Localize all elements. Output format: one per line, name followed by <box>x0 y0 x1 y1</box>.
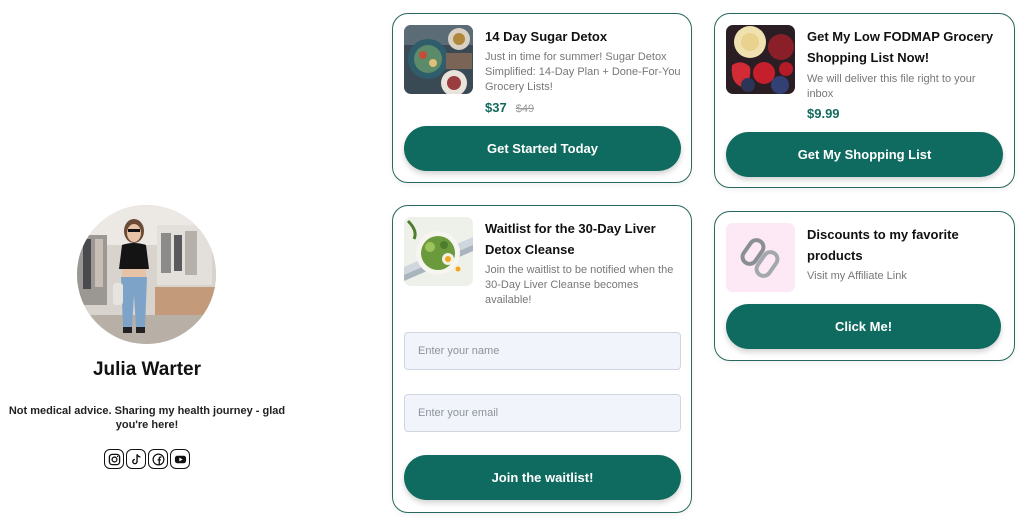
facebook-icon[interactable] <box>148 449 168 469</box>
tiktok-icon[interactable] <box>126 449 146 469</box>
email-field[interactable] <box>404 394 681 432</box>
sugar-detox-price-row: $37 $49 <box>485 100 534 115</box>
name-field[interactable] <box>404 332 681 370</box>
join-waitlist-button[interactable]: Join the waitlist! <box>404 455 681 500</box>
social-links <box>104 449 190 469</box>
liver-detox-title: Waitlist for the 30-Day Liver Detox Clea… <box>485 221 656 257</box>
affiliate-card: Discounts to my favorite products Visit … <box>714 211 1015 361</box>
profile-section: Julia Warter Not medical advice. Sharing… <box>0 0 300 525</box>
get-shopping-list-button[interactable]: Get My Shopping List <box>726 132 1003 177</box>
fodmap-card: Get My Low FODMAP Grocery Shopping List … <box>714 13 1015 188</box>
link-icon <box>726 223 795 292</box>
sugar-detox-title: 14 Day Sugar Detox <box>485 29 608 44</box>
click-me-button[interactable]: Click Me! <box>726 304 1001 349</box>
fodmap-thumbnail <box>726 25 795 94</box>
sugar-detox-description: Just in time for summer! Sugar Detox Sim… <box>485 51 681 93</box>
fodmap-price: $9.99 <box>807 106 840 121</box>
profile-bio: Not medical advice. Sharing my health jo… <box>8 405 286 431</box>
affiliate-thumbnail <box>726 223 795 292</box>
avatar-photo <box>77 205 216 344</box>
fodmap-price-row: $9.99 <box>807 106 840 121</box>
sugar-detox-price: $37 <box>485 100 507 115</box>
fodmap-title: Get My Low FODMAP Grocery Shopping List … <box>807 29 994 65</box>
get-started-button[interactable]: Get Started Today <box>404 126 681 171</box>
youtube-icon[interactable] <box>170 449 190 469</box>
avatar <box>77 205 216 344</box>
liver-detox-thumbnail <box>404 217 473 286</box>
sugar-detox-thumbnail <box>404 25 473 94</box>
profile-name: Julia Warter <box>92 359 202 380</box>
liver-detox-card: Waitlist for the 30-Day Liver Detox Clea… <box>392 205 692 513</box>
instagram-icon[interactable] <box>104 449 124 469</box>
sugar-detox-card: 14 Day Sugar Detox Just in time for summ… <box>392 13 692 183</box>
fodmap-description: We will deliver this file right to your … <box>807 73 976 100</box>
liver-detox-description: Join the waitlist to be notified when th… <box>485 264 674 306</box>
affiliate-description: Visit my Affiliate Link <box>807 270 907 282</box>
affiliate-title: Discounts to my favorite products <box>807 227 959 263</box>
sugar-detox-old-price: $49 <box>515 103 535 115</box>
